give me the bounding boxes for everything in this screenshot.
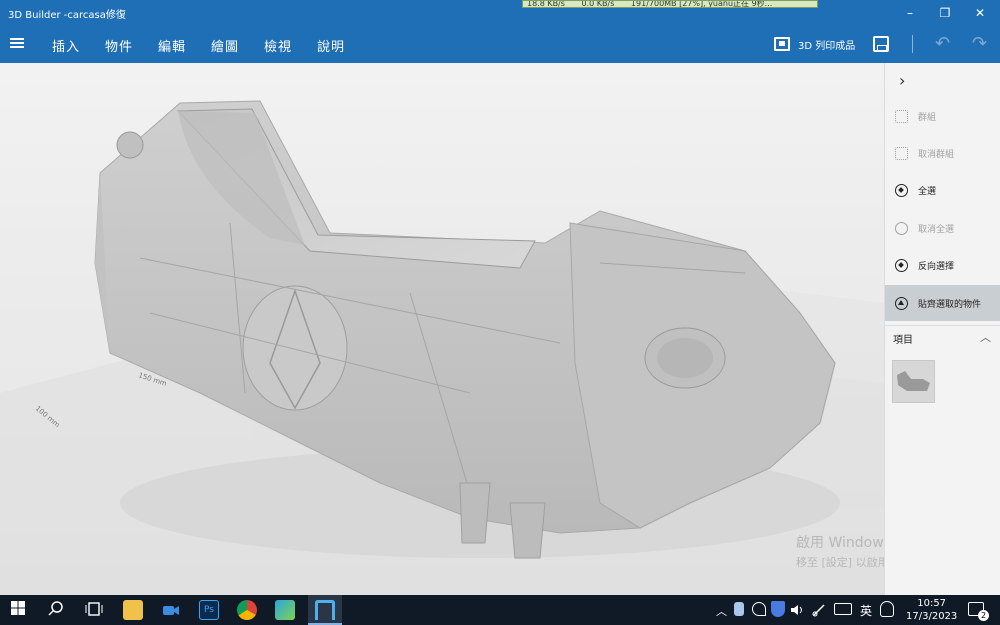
collapse-panel-icon[interactable]: › [899, 71, 905, 90]
file-explorer-icon[interactable] [123, 600, 143, 620]
snap-icon [895, 296, 908, 310]
menu-edit[interactable]: 編輯 [158, 36, 186, 55]
volume-icon[interactable] [790, 602, 804, 616]
action-deselect-all-label: 取消全選 [918, 224, 955, 235]
action-group[interactable]: 群組 [885, 98, 1000, 134]
menu-draw[interactable]: 繪圖 [211, 36, 239, 55]
activation-watermark: 啟用 Windows 移至 [設定] 以啟用 Windows。 [796, 532, 884, 570]
watermark-subtitle: 移至 [設定] 以啟用 Windows。 [796, 556, 884, 569]
clock-date: 17/3/2023 [906, 611, 958, 622]
ime-mode-icon[interactable] [880, 601, 894, 617]
pen-icon[interactable] [812, 602, 826, 617]
search-icon[interactable] [47, 600, 67, 620]
items-label: 項目 [893, 335, 913, 346]
tray-overflow-chevron-icon[interactable]: ︿ [716, 603, 727, 619]
network-speed-widget: 18.8 KB/s 0.0 KB/s 191/700MB [27%], yuan… [522, 0, 818, 8]
taskbar: Ps ︿ 英 10:57 17/3/2023 2 [0, 595, 1000, 625]
action-snap-selected[interactable]: 貼齊選取的物件 [885, 285, 1000, 321]
toolbar-divider [912, 35, 913, 53]
action-select-all[interactable]: 全選 [885, 172, 1000, 208]
close-button[interactable]: ✕ [970, 4, 990, 22]
3d-builder-icon [315, 600, 335, 620]
item-thumbnail[interactable] [892, 360, 935, 403]
undo-icon[interactable]: ↶ [935, 33, 950, 54]
wifi-icon[interactable] [752, 602, 766, 616]
ungroup-icon [895, 146, 908, 160]
save-icon[interactable] [873, 36, 889, 52]
upload-speed: 0.0 KB/s [581, 0, 615, 8]
group-icon [895, 109, 908, 123]
action-group-label: 群組 [918, 112, 937, 123]
title-bar: 3D Builder -carcasa修復 18.8 KB/s 0.0 KB/s… [0, 0, 1000, 26]
download-speed: 18.8 KB/s [527, 0, 565, 8]
notification-count-badge: 2 [978, 610, 989, 621]
keyboard-icon[interactable] [834, 603, 852, 615]
action-ungroup[interactable]: 取消群組 [885, 135, 1000, 171]
notification-center-icon[interactable]: 2 [968, 602, 989, 621]
menu-bar: 插入 物件 編輯 繪圖 檢視 說明 3D 列印成品 ↶ ↷ [0, 26, 1000, 63]
select-all-icon [895, 183, 908, 197]
print-icon [774, 37, 790, 51]
menu-help[interactable]: 說明 [317, 36, 345, 55]
video-app-icon[interactable] [161, 600, 181, 620]
thumbnail-model-icon [897, 371, 930, 391]
action-snap-selected-label: 貼齊選取的物件 [918, 299, 982, 310]
invert-selection-icon [895, 258, 908, 272]
chrome-icon[interactable] [237, 600, 257, 620]
deselect-all-icon [895, 221, 908, 235]
3d-print-label: 3D 列印成品 [798, 40, 856, 52]
system-clock[interactable]: 10:57 17/3/2023 [906, 597, 957, 623]
window-title: 3D Builder -carcasa修復 [8, 10, 126, 21]
redo-icon[interactable]: ↷ [972, 33, 987, 54]
minimize-button[interactable]: – [900, 4, 920, 22]
3d-builder-taskbar-button[interactable] [308, 595, 342, 625]
menu-insert[interactable]: 插入 [52, 36, 80, 55]
action-invert-selection-label: 反向選擇 [918, 261, 955, 272]
viewport-scene: 150 mm 100 mm [0, 100, 884, 595]
shield-icon[interactable] [771, 601, 785, 617]
clock-time: 10:57 [917, 598, 947, 609]
watermark-title: 啟用 Windows [796, 535, 884, 551]
photoshop-icon[interactable]: Ps [199, 600, 219, 620]
action-deselect-all[interactable]: 取消全選 [885, 210, 1000, 246]
action-select-all-label: 全選 [918, 186, 937, 197]
3d-print-button[interactable]: 3D 列印成品 [774, 35, 855, 53]
maximize-button[interactable]: ❐ [935, 4, 955, 22]
selection-panel: › 群組 取消群組 全選 取消全選 反向選擇 貼齊選取的物件 項目 ︿ [884, 63, 1000, 595]
app-icon[interactable] [275, 600, 295, 620]
3d-viewport[interactable]: 150 mm 100 mm 啟用 Windows 移至 [設定] 以啟用 Win… [0, 63, 884, 595]
action-ungroup-label: 取消群組 [918, 149, 955, 160]
ime-indicator[interactable]: 英 [860, 602, 872, 619]
task-view-icon[interactable] [85, 600, 105, 620]
items-section-header[interactable]: 項目 ︿ [885, 325, 1000, 347]
chevron-up-icon[interactable]: ︿ [980, 329, 991, 345]
usb-icon[interactable] [734, 602, 744, 616]
hamburger-menu-icon[interactable] [10, 38, 24, 48]
windows-start-icon[interactable] [10, 600, 30, 620]
transfer-status: 191/700MB [27%], yuanu正在 9秒... [630, 0, 773, 8]
menu-view[interactable]: 檢視 [264, 36, 292, 55]
menu-object[interactable]: 物件 [105, 36, 133, 55]
action-invert-selection[interactable]: 反向選擇 [885, 247, 1000, 283]
